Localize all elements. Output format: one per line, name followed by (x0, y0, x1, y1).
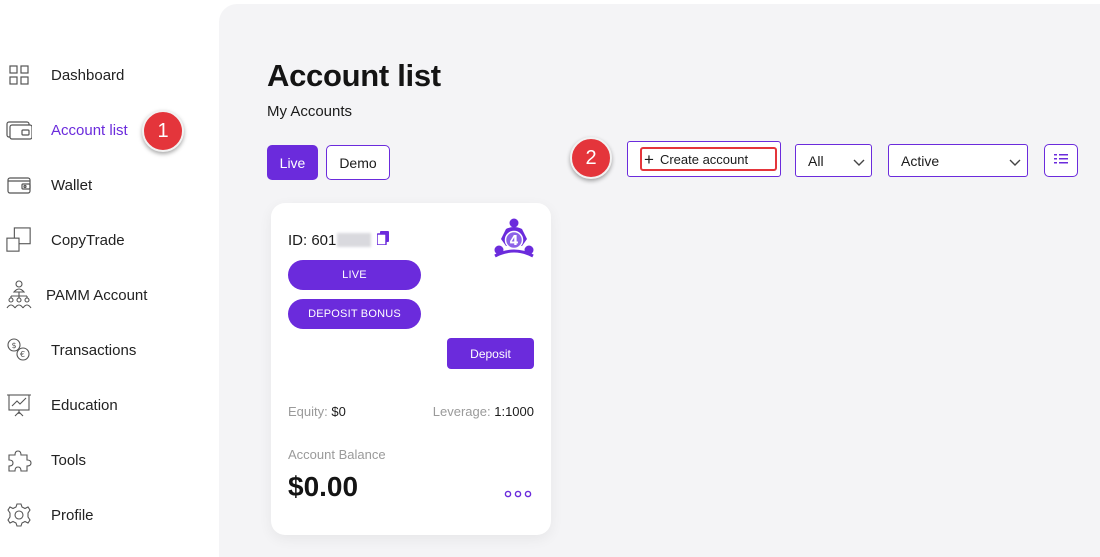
equity-value: $0 (331, 404, 346, 419)
create-account-highlight: + Create account (640, 147, 777, 171)
sidebar-item-label: PAMM Account (46, 286, 148, 304)
account-id: ID: 601 (288, 231, 390, 249)
account-id-text: ID: 601 (288, 231, 337, 249)
sidebar-item-dashboard[interactable]: Dashboard (0, 55, 219, 95)
leverage-label: Leverage: (432, 404, 491, 419)
leverage-info: Leverage: 1:1000 (433, 404, 534, 419)
sidebar-item-profile[interactable]: Profile (0, 495, 219, 535)
tab-demo[interactable]: Demo (326, 145, 390, 180)
redacted-id-mask (337, 233, 372, 247)
list-view-toggle[interactable] (1044, 144, 1078, 177)
create-account-button[interactable]: + Create account (627, 141, 781, 177)
sidebar-item-tools[interactable]: Tools (0, 440, 219, 480)
copy-icon[interactable] (376, 231, 390, 249)
svg-text:€: € (20, 350, 25, 359)
people-hierarchy-icon (6, 280, 32, 309)
step-1-annotation: 1 (142, 110, 184, 152)
equity-info: Equity: $0 (288, 404, 346, 419)
sidebar-item-label: Dashboard (51, 66, 125, 84)
sidebar-item-label: Wallet (51, 176, 93, 194)
deposit-button[interactable]: Deposit (447, 338, 534, 369)
sidebar-item-education[interactable]: Education (0, 385, 219, 425)
copy-squares-icon (6, 227, 32, 253)
page-title: Account list (267, 58, 441, 93)
plus-icon: + (644, 149, 654, 169)
sidebar-item-label: CopyTrade (51, 231, 125, 249)
badge-number: 4 (509, 234, 518, 249)
page-subtitle: My Accounts (267, 103, 353, 120)
main-content: Account list My Accounts Live Demo + Cre… (219, 4, 1100, 557)
equity-label: Equity: (288, 404, 328, 419)
account-type-select[interactable]: All (795, 144, 872, 177)
more-options-icon[interactable] (504, 485, 532, 503)
presentation-chart-icon (6, 392, 32, 418)
balance-value: $0.00 (288, 471, 359, 502)
deposit-bonus-pill: DEPOSIT BONUS (288, 299, 421, 329)
sidebar-item-wallet[interactable]: Wallet (0, 165, 219, 205)
balance-label: Account Balance (288, 447, 386, 462)
leverage-value: 1:1000 (494, 404, 534, 419)
sidebar-item-account-list[interactable]: Account list (0, 110, 219, 150)
wallet-icon (6, 172, 32, 198)
sidebar-item-label: Tools (51, 451, 87, 469)
account-status-select[interactable]: Active (888, 144, 1028, 177)
account-status-value: Active (901, 152, 940, 169)
tab-live[interactable]: Live (267, 145, 318, 180)
account-tier-badge: 4 (491, 216, 537, 265)
currency-exchange-icon: $ € (6, 337, 32, 363)
sidebar-item-copytrade[interactable]: CopyTrade (0, 220, 219, 260)
account-type-pill: LIVE (288, 260, 421, 290)
sidebar-item-label: Education (51, 396, 118, 414)
svg-text:$: $ (12, 341, 17, 350)
gear-icon (6, 502, 32, 528)
account-type-value: All (808, 152, 824, 169)
dashboard-grid-icon (6, 62, 32, 88)
puzzle-icon (6, 447, 32, 473)
account-card-icon (6, 117, 32, 143)
account-card: ID: 601 4 LIVE DEPOSIT BONUS Deposit Equ… (271, 203, 551, 535)
list-view-icon (1054, 152, 1068, 170)
chevron-down-icon (853, 154, 865, 170)
sidebar-item-transactions[interactable]: $ € Transactions (0, 330, 219, 370)
sidebar-item-label: Account list (51, 121, 128, 139)
sidebar-item-label: Transactions (51, 341, 137, 359)
create-account-label: Create account (659, 151, 749, 167)
sidebar: Dashboard Account list Wallet CopyTrade (0, 0, 219, 557)
step-2-annotation: 2 (570, 137, 612, 179)
chevron-down-icon (1009, 154, 1021, 170)
sidebar-item-label: Profile (51, 506, 94, 524)
sidebar-item-pamm-account[interactable]: PAMM Account (0, 275, 219, 315)
